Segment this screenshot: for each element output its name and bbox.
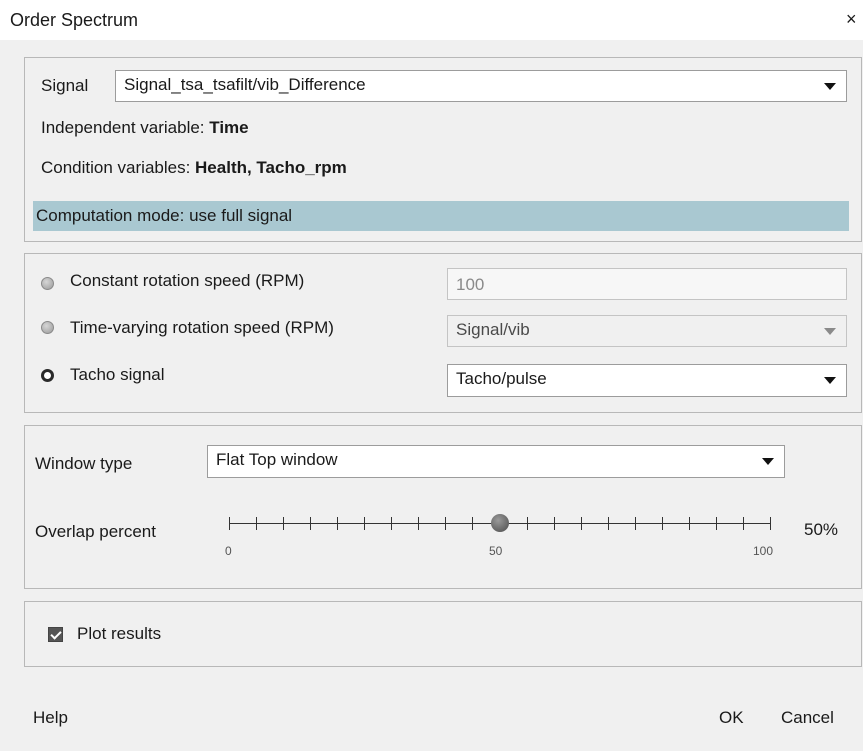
window-title: Order Spectrum [10,10,139,30]
slider-tick [337,517,338,530]
slider-tick [283,517,284,530]
slider-thumb[interactable] [490,514,509,532]
condition-variables: Condition variables: Health, Tacho_rpm [41,158,347,178]
constant-speed-value: 100 [456,275,485,294]
tacho-signal-dropdown[interactable]: Tacho/pulse [447,364,847,397]
slider-tick [364,517,365,530]
cancel-button[interactable]: Cancel [781,708,834,728]
slider-tick [743,517,744,530]
signal-dropdown-value: Signal_tsa_tsafilt/vib_Difference [124,75,366,94]
slider-tick [689,517,690,530]
independent-variable-label: Independent variable: [41,118,210,137]
slider-tick [445,517,446,530]
slider-tick [716,517,717,530]
slider-tick [527,517,528,530]
signal-label: Signal [41,76,89,95]
time-varying-speed-label: Time-varying rotation speed (RPM) [70,318,334,337]
time-varying-speed-dropdown[interactable]: Signal/vib [447,315,847,347]
independent-variable: Independent variable: Time [41,118,249,138]
ok-button[interactable]: OK [719,708,744,728]
overlap-percent-value: 50% [804,520,839,539]
slider-tick [770,517,771,530]
constant-speed-label: Constant rotation speed (RPM) [70,271,305,290]
chevron-down-icon [824,377,836,384]
overlap-percent-label: Overlap percent [35,522,156,541]
time-varying-speed-value: Signal/vib [456,320,530,339]
slider-max-label: 100 [753,544,774,558]
close-icon[interactable]: × [846,9,857,30]
slider-min-label: 0 [225,544,232,558]
constant-speed-input[interactable]: 100 [447,268,847,300]
title-bar: Order Spectrum × [0,0,863,40]
slider-tick [256,517,257,530]
slider-tick [608,517,609,530]
slider-tick [581,517,582,530]
chevron-down-icon [762,458,774,465]
time-varying-speed-radio[interactable] [41,321,54,334]
plot-results-checkbox[interactable] [48,627,63,642]
chevron-down-icon [824,328,836,335]
chevron-down-icon [824,83,836,90]
slider-tick [418,517,419,530]
slider-tick [391,517,392,530]
window-type-value: Flat Top window [216,450,338,469]
independent-variable-value: Time [209,118,249,137]
tacho-signal-value: Tacho/pulse [456,369,547,388]
tacho-signal-radio[interactable] [41,369,54,382]
overlap-slider[interactable] [222,508,777,548]
slider-mid-label: 50 [489,544,503,558]
window-type-label: Window type [35,454,133,473]
slider-tick [635,517,636,530]
condition-variables-value: Health, Tacho_rpm [195,158,347,177]
constant-speed-radio[interactable] [41,277,54,290]
condition-variables-label: Condition variables: [41,158,196,177]
slider-tick [229,517,230,530]
help-button[interactable]: Help [33,708,68,728]
signal-dropdown[interactable]: Signal_tsa_tsafilt/vib_Difference [115,70,847,102]
slider-tick [662,517,663,530]
slider-tick [472,517,473,530]
computation-mode-text: Computation mode: use full signal [36,206,293,225]
plot-results-label: Plot results [77,624,162,643]
window-type-dropdown[interactable]: Flat Top window [207,445,785,478]
tacho-signal-label: Tacho signal [70,365,165,384]
computation-mode-bar: Computation mode: use full signal [33,201,849,231]
slider-tick [554,517,555,530]
slider-tick [310,517,311,530]
